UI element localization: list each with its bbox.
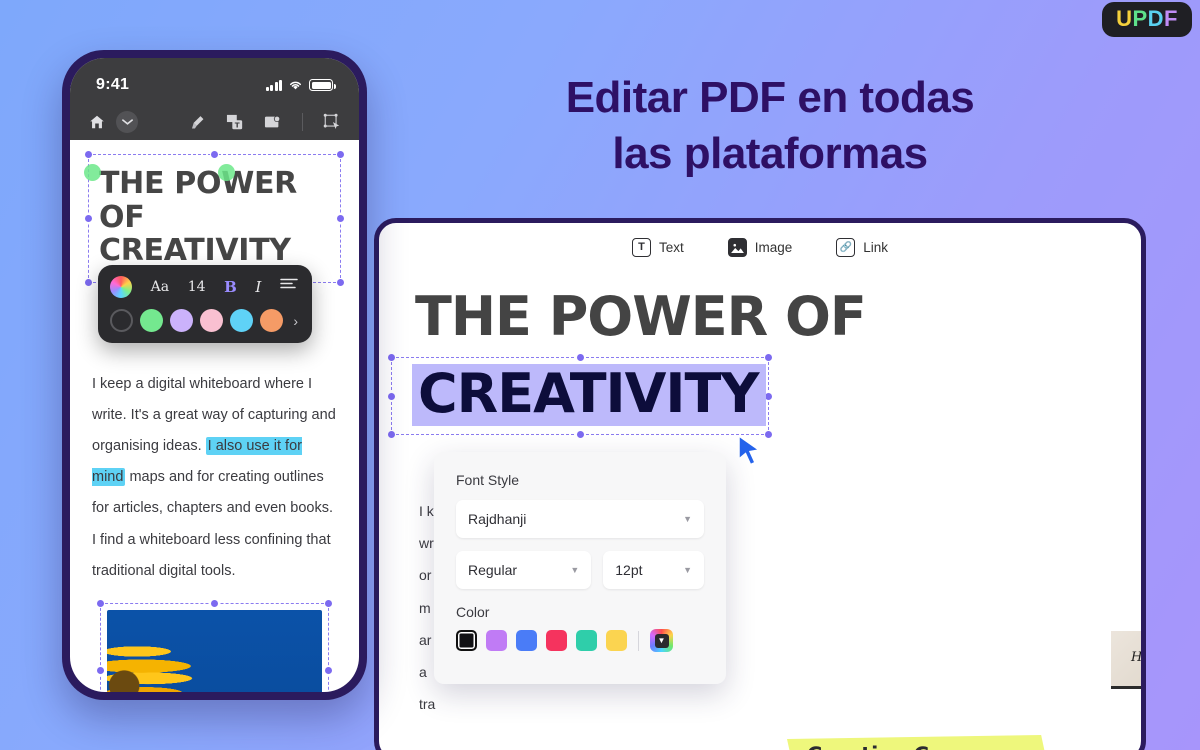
font-family-button[interactable]: Aa <box>151 279 169 295</box>
color-section-label: Color <box>456 604 490 620</box>
italic-button[interactable]: I <box>255 278 261 296</box>
phone-mockup: 9:41 T THE POWER OF CREATIVITY I keep a … <box>62 50 367 700</box>
status-icons <box>265 79 336 91</box>
logo-letter-u: U <box>1116 6 1133 31</box>
chevron-right-icon[interactable]: › <box>293 313 300 329</box>
tool-text[interactable]: T Text <box>631 237 684 257</box>
page-headline: Editar PDF en todas las plataformas <box>400 70 1140 183</box>
color-swatch-blue[interactable] <box>516 630 537 651</box>
headline-line-2: las plataformas <box>612 129 928 179</box>
font-family-value: Rajdhanji <box>468 511 527 527</box>
tool-text-label: Text <box>658 239 684 255</box>
font-size-value: 12pt <box>615 562 643 578</box>
wifi-icon <box>289 81 302 90</box>
align-left-icon[interactable] <box>280 278 298 296</box>
swatch-lavender[interactable] <box>170 309 193 332</box>
phone-document-page: THE POWER OF CREATIVITY I keep a digital… <box>70 140 359 692</box>
svg-text:T: T <box>235 120 240 129</box>
rainbow-color-picker-icon[interactable]: ▼ <box>650 629 673 652</box>
text-tool-icon: T <box>631 237 651 257</box>
swatch-divider <box>638 630 639 651</box>
font-family-select[interactable]: Rajdhanji ▼ <box>456 500 704 538</box>
phone-title-selection[interactable]: THE POWER OF CREATIVITY <box>84 150 345 287</box>
phone-title-line-1: THE POWER OF <box>99 166 297 235</box>
logo-letter-d: D <box>1147 6 1165 31</box>
phone-title-line-2: CREATIVITY <box>99 233 291 269</box>
color-swatch-purple[interactable] <box>486 630 507 651</box>
logo-letter-p: P <box>1132 6 1148 31</box>
font-weight-value: Regular <box>468 562 518 578</box>
swatch-green[interactable] <box>140 309 163 332</box>
image-tool-icon <box>727 237 747 257</box>
font-style-panel[interactable]: Font Style Rajdhanji ▼ Regular ▼ 12pt ▼ … <box>434 452 726 684</box>
color-swatch-yellow[interactable] <box>606 630 627 651</box>
select-object-icon[interactable] <box>323 113 341 131</box>
color-wheel-icon[interactable] <box>110 276 132 298</box>
color-swatch-teal[interactable] <box>576 630 597 651</box>
phone-screen: 9:41 T THE POWER OF CREATIVITY I keep a … <box>70 58 359 692</box>
desktop-selected-text: CREATIVITY <box>418 362 759 425</box>
text-box-icon[interactable]: T <box>226 114 244 131</box>
highlighter-icon[interactable] <box>189 114 206 131</box>
logo-letter-f: F <box>1164 6 1178 31</box>
swatch-cyan[interactable] <box>230 309 253 332</box>
creative-commons-label: Creative Commons <box>807 743 1029 750</box>
chevron-down-icon: ▼ <box>683 565 692 575</box>
phone-toolbar: T <box>70 104 359 140</box>
desktop-title-selection[interactable]: CREATIVITY <box>387 353 773 439</box>
phone-status-bar: 9:41 <box>70 58 359 104</box>
chevron-down-icon: ▼ <box>683 514 692 524</box>
swatch-default[interactable] <box>110 309 133 332</box>
home-icon[interactable] <box>88 113 106 131</box>
mouse-pointer-icon <box>737 434 763 472</box>
bold-button[interactable]: B <box>224 278 237 296</box>
phone-body-text: I keep a digital whiteboard where I writ… <box>84 164 341 587</box>
updf-logo-badge: U P D F <box>1102 2 1192 37</box>
color-swatch-row[interactable]: ▼ <box>456 629 704 652</box>
phone-body-after: maps and for creating outlines for artic… <box>92 469 333 579</box>
color-swatch-black[interactable] <box>456 630 477 651</box>
phone-text-format-toolbar[interactable]: Aa 14 B I › <box>98 265 312 343</box>
font-style-title: Font Style <box>456 472 520 488</box>
color-swatch-row[interactable]: › <box>108 307 302 334</box>
creative-commons-banner: Creative Commons <box>787 735 1049 750</box>
phone-image-selection[interactable] <box>96 598 333 692</box>
swatch-orange[interactable] <box>260 309 283 332</box>
headspace-text: Headspace ? <box>1131 650 1143 665</box>
headline-line-1: Editar PDF en todas <box>565 73 975 122</box>
font-size-select[interactable]: 12pt ▼ <box>603 551 704 589</box>
toolbar-divider <box>302 113 303 131</box>
headspace-paper-note: Headspace ? <box>1111 631 1143 689</box>
color-swatch-red[interactable] <box>546 630 567 651</box>
chevron-down-icon: ▼ <box>570 565 580 575</box>
image-tool-icon[interactable] <box>264 114 282 131</box>
font-weight-select[interactable]: Regular ▼ <box>456 551 592 589</box>
status-time: 9:41 <box>96 76 130 93</box>
document-collage: A showcase site for design and other cre… <box>759 223 1141 750</box>
sunflower-image <box>107 609 322 692</box>
chevron-down-icon[interactable] <box>116 111 138 133</box>
body-line-7: tra <box>419 696 436 713</box>
battery-icon <box>309 79 336 91</box>
swatch-pink[interactable] <box>200 309 223 332</box>
font-size-button[interactable]: 14 <box>188 279 206 295</box>
signal-bars-icon <box>265 79 282 91</box>
